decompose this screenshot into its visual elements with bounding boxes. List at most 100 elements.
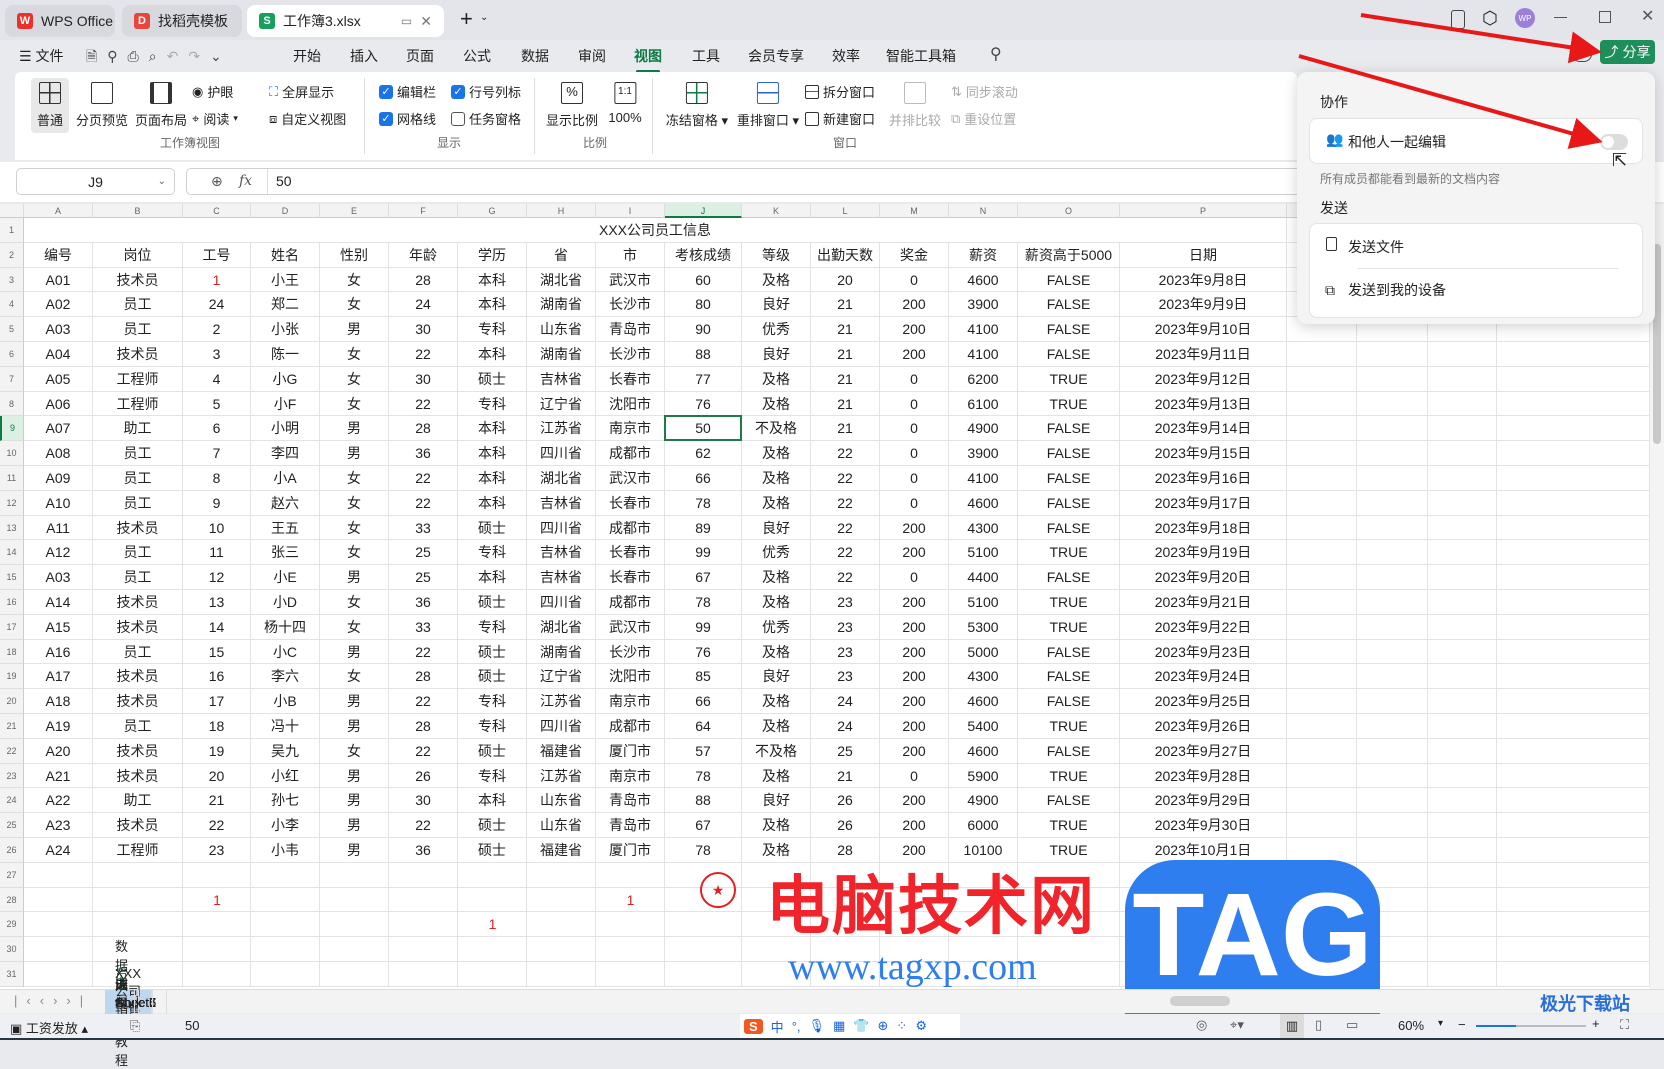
cell[interactable]: 武汉市 bbox=[596, 267, 665, 293]
sync-scroll-button[interactable]: ⇅ 同步滚动 bbox=[951, 82, 1018, 101]
cell[interactable] bbox=[1497, 515, 1650, 541]
cell[interactable]: 17 bbox=[183, 689, 251, 714]
cell[interactable]: 2023年9月8日 bbox=[1120, 267, 1287, 293]
cell[interactable]: 男 bbox=[320, 565, 389, 590]
cell[interactable]: 22 bbox=[389, 490, 458, 516]
cell[interactable]: 技术员 bbox=[93, 342, 183, 367]
cell[interactable]: A08 bbox=[24, 441, 93, 466]
cell[interactable] bbox=[1287, 813, 1357, 838]
cell[interactable]: FALSE bbox=[1018, 441, 1120, 466]
cell[interactable]: A16 bbox=[24, 639, 93, 665]
mic-icon[interactable]: 🎙 bbox=[809, 1018, 826, 1034]
cell[interactable]: 江苏省 bbox=[527, 763, 596, 789]
cell[interactable]: 4100 bbox=[949, 466, 1018, 491]
cell[interactable] bbox=[1287, 391, 1357, 417]
cell[interactable]: 本科 bbox=[458, 441, 527, 466]
cell[interactable] bbox=[1428, 763, 1497, 789]
cell[interactable]: 吉林省 bbox=[527, 540, 596, 566]
cell[interactable] bbox=[1357, 342, 1428, 367]
page-layout-view-icon[interactable]: ▭ bbox=[1346, 1017, 1358, 1033]
cell[interactable]: 技术员 bbox=[93, 590, 183, 615]
cell[interactable] bbox=[1357, 937, 1428, 962]
cell[interactable]: 成都市 bbox=[596, 515, 665, 541]
cell[interactable]: 90 bbox=[665, 317, 742, 342]
row-header[interactable]: 23 bbox=[0, 763, 24, 789]
menu-tab[interactable]: 智能工具箱 bbox=[886, 46, 956, 66]
fit-window-icon[interactable]: ⛶ bbox=[1620, 1017, 1629, 1033]
cell[interactable]: 2023年9月20日 bbox=[1120, 565, 1287, 590]
cell[interactable]: 员工 bbox=[93, 540, 183, 566]
cell[interactable]: 2023年9月13日 bbox=[1120, 391, 1287, 417]
minimize-icon[interactable] bbox=[1554, 17, 1567, 18]
next-sheet-icon[interactable]: › bbox=[53, 993, 66, 1008]
cell[interactable]: 22 bbox=[811, 540, 880, 566]
cell[interactable]: 及格 bbox=[742, 366, 811, 392]
cell[interactable]: 200 bbox=[880, 689, 949, 714]
gridlines-checkbox[interactable]: ✓ 网格线 bbox=[379, 109, 436, 128]
cell[interactable]: 200 bbox=[880, 813, 949, 838]
cell[interactable]: 200 bbox=[880, 788, 949, 814]
cell[interactable]: 女 bbox=[320, 342, 389, 367]
cell[interactable]: 硕士 bbox=[458, 838, 527, 863]
row-header[interactable]: 3 bbox=[0, 267, 24, 293]
row-header[interactable]: 29 bbox=[0, 912, 24, 938]
cell[interactable]: A21 bbox=[24, 763, 93, 789]
header-cell[interactable]: 学历 bbox=[458, 242, 527, 268]
cell[interactable]: 专科 bbox=[458, 391, 527, 417]
reading-mode-button[interactable]: ⌖ 阅读 ▾ bbox=[192, 109, 238, 128]
cell[interactable]: 员工 bbox=[93, 714, 183, 739]
cell[interactable]: 小A bbox=[251, 466, 320, 491]
cell[interactable]: 男 bbox=[320, 689, 389, 714]
cell[interactable] bbox=[527, 937, 596, 962]
column-header[interactable]: K bbox=[742, 204, 811, 218]
cell[interactable]: 22 bbox=[389, 391, 458, 417]
cell[interactable]: 赵六 bbox=[251, 490, 320, 516]
cell[interactable]: 28 bbox=[389, 267, 458, 293]
cell[interactable]: 本科 bbox=[458, 292, 527, 318]
cell[interactable] bbox=[742, 912, 811, 938]
cell[interactable]: 辽宁省 bbox=[527, 664, 596, 690]
row-header[interactable]: 18 bbox=[0, 639, 24, 665]
cell[interactable]: 小张 bbox=[251, 317, 320, 342]
cell[interactable] bbox=[1357, 862, 1428, 888]
cell[interactable]: 吉林省 bbox=[527, 490, 596, 516]
row-header[interactable]: 30 bbox=[0, 937, 24, 962]
cell[interactable] bbox=[596, 912, 665, 938]
cell[interactable]: A20 bbox=[24, 738, 93, 764]
punctuation-icon[interactable]: °, bbox=[792, 1019, 801, 1034]
cell[interactable] bbox=[596, 962, 665, 987]
cell[interactable] bbox=[1287, 342, 1357, 367]
row-header[interactable]: 14 bbox=[0, 540, 24, 566]
tab-wps-office[interactable]: W WPS Office bbox=[5, 5, 115, 37]
cell[interactable]: 2023年9月25日 bbox=[1120, 689, 1287, 714]
cell[interactable]: 4900 bbox=[949, 416, 1018, 442]
cell[interactable]: 工程师 bbox=[93, 391, 183, 417]
cell[interactable]: 四川省 bbox=[527, 515, 596, 541]
cell[interactable] bbox=[1497, 466, 1650, 491]
cell[interactable]: 技术员 bbox=[93, 614, 183, 640]
header-cell[interactable]: 市 bbox=[596, 242, 665, 268]
share-button[interactable]: ⤴ 分享 bbox=[1600, 40, 1655, 64]
row-header[interactable]: 8 bbox=[0, 391, 24, 417]
menu-tab[interactable]: 公式 bbox=[463, 46, 491, 66]
cell[interactable]: 长沙市 bbox=[596, 342, 665, 367]
cell[interactable]: 山东省 bbox=[527, 788, 596, 814]
cell[interactable]: 小B bbox=[251, 689, 320, 714]
cell[interactable]: 长春市 bbox=[596, 366, 665, 392]
last-sheet-icon[interactable]: ›| bbox=[66, 993, 92, 1008]
cell[interactable] bbox=[1120, 912, 1287, 938]
cell[interactable]: 技术员 bbox=[93, 664, 183, 690]
cell[interactable]: TRUE bbox=[1018, 540, 1120, 566]
print-icon[interactable]: ⎙ bbox=[128, 48, 149, 64]
cell[interactable] bbox=[1287, 416, 1357, 442]
cell[interactable]: 50 bbox=[665, 416, 742, 442]
cell[interactable]: 4600 bbox=[949, 738, 1018, 764]
cell[interactable]: 女 bbox=[320, 391, 389, 417]
cell[interactable]: 及格 bbox=[742, 590, 811, 615]
cell[interactable] bbox=[1428, 887, 1497, 913]
cell[interactable] bbox=[1287, 962, 1357, 987]
cell[interactable]: 2023年9月29日 bbox=[1120, 788, 1287, 814]
cell[interactable]: 22 bbox=[389, 466, 458, 491]
reading-mode-icon[interactable]: ⌖▾ bbox=[1230, 1017, 1244, 1033]
cell[interactable]: A17 bbox=[24, 664, 93, 690]
